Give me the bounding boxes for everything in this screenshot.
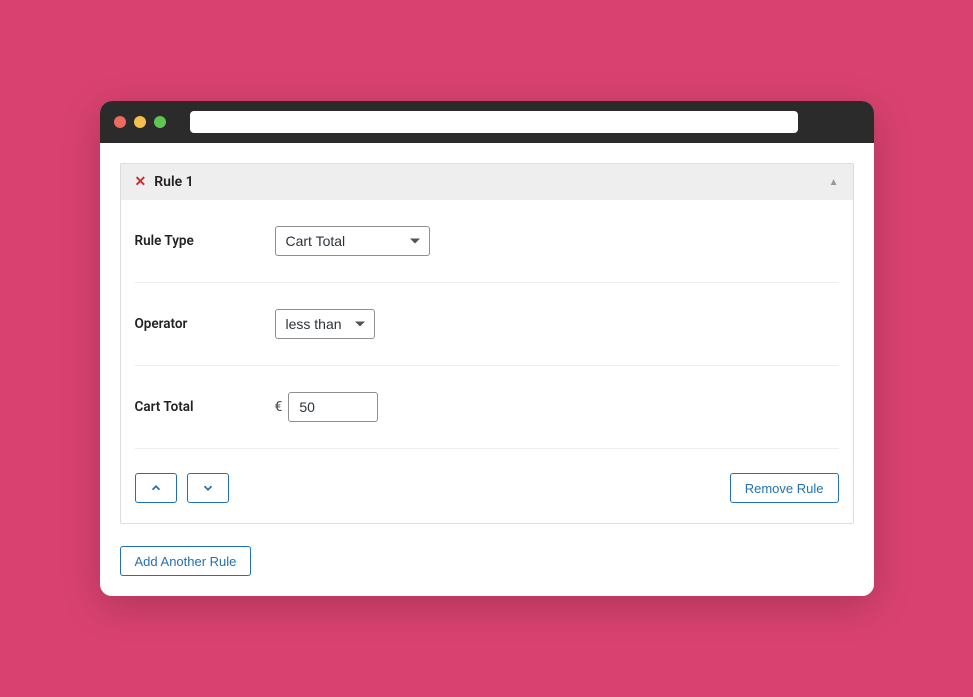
operator-select[interactable]: less than — [275, 309, 375, 339]
operator-label: Operator — [135, 316, 275, 332]
content-area: ✕ Rule 1 ▲ Rule Type Cart Total — [100, 163, 874, 596]
move-down-button[interactable] — [187, 473, 229, 503]
cart-total-input[interactable] — [288, 392, 378, 422]
rule-footer: Remove Rule — [135, 449, 839, 503]
chevron-down-icon — [201, 481, 215, 495]
operator-row: Operator less than — [135, 283, 839, 366]
rule-type-label: Rule Type — [135, 233, 275, 249]
reorder-buttons — [135, 473, 229, 503]
add-rule-wrap: Add Another Rule — [120, 546, 854, 576]
titlebar — [100, 101, 874, 143]
rule-body: Rule Type Cart Total Operator — [121, 200, 853, 523]
close-icon[interactable]: ✕ — [135, 174, 147, 190]
add-another-rule-button[interactable]: Add Another Rule — [120, 546, 252, 576]
minimize-window-button[interactable] — [134, 116, 146, 128]
traffic-lights — [114, 116, 166, 128]
rule-title: Rule 1 — [154, 174, 193, 190]
cart-total-label: Cart Total — [135, 399, 275, 415]
maximize-window-button[interactable] — [154, 116, 166, 128]
remove-rule-button[interactable]: Remove Rule — [730, 473, 839, 503]
url-bar[interactable] — [190, 111, 798, 133]
collapse-icon[interactable]: ▲ — [829, 177, 839, 188]
chevron-up-icon — [149, 481, 163, 495]
move-up-button[interactable] — [135, 473, 177, 503]
app-window: ✕ Rule 1 ▲ Rule Type Cart Total — [100, 101, 874, 596]
rule-header[interactable]: ✕ Rule 1 ▲ — [121, 164, 853, 200]
rule-panel: ✕ Rule 1 ▲ Rule Type Cart Total — [120, 163, 854, 524]
currency-symbol: € — [275, 399, 283, 415]
close-window-button[interactable] — [114, 116, 126, 128]
cart-total-row: Cart Total € — [135, 366, 839, 449]
rule-type-row: Rule Type Cart Total — [135, 200, 839, 283]
rule-type-select[interactable]: Cart Total — [275, 226, 430, 256]
